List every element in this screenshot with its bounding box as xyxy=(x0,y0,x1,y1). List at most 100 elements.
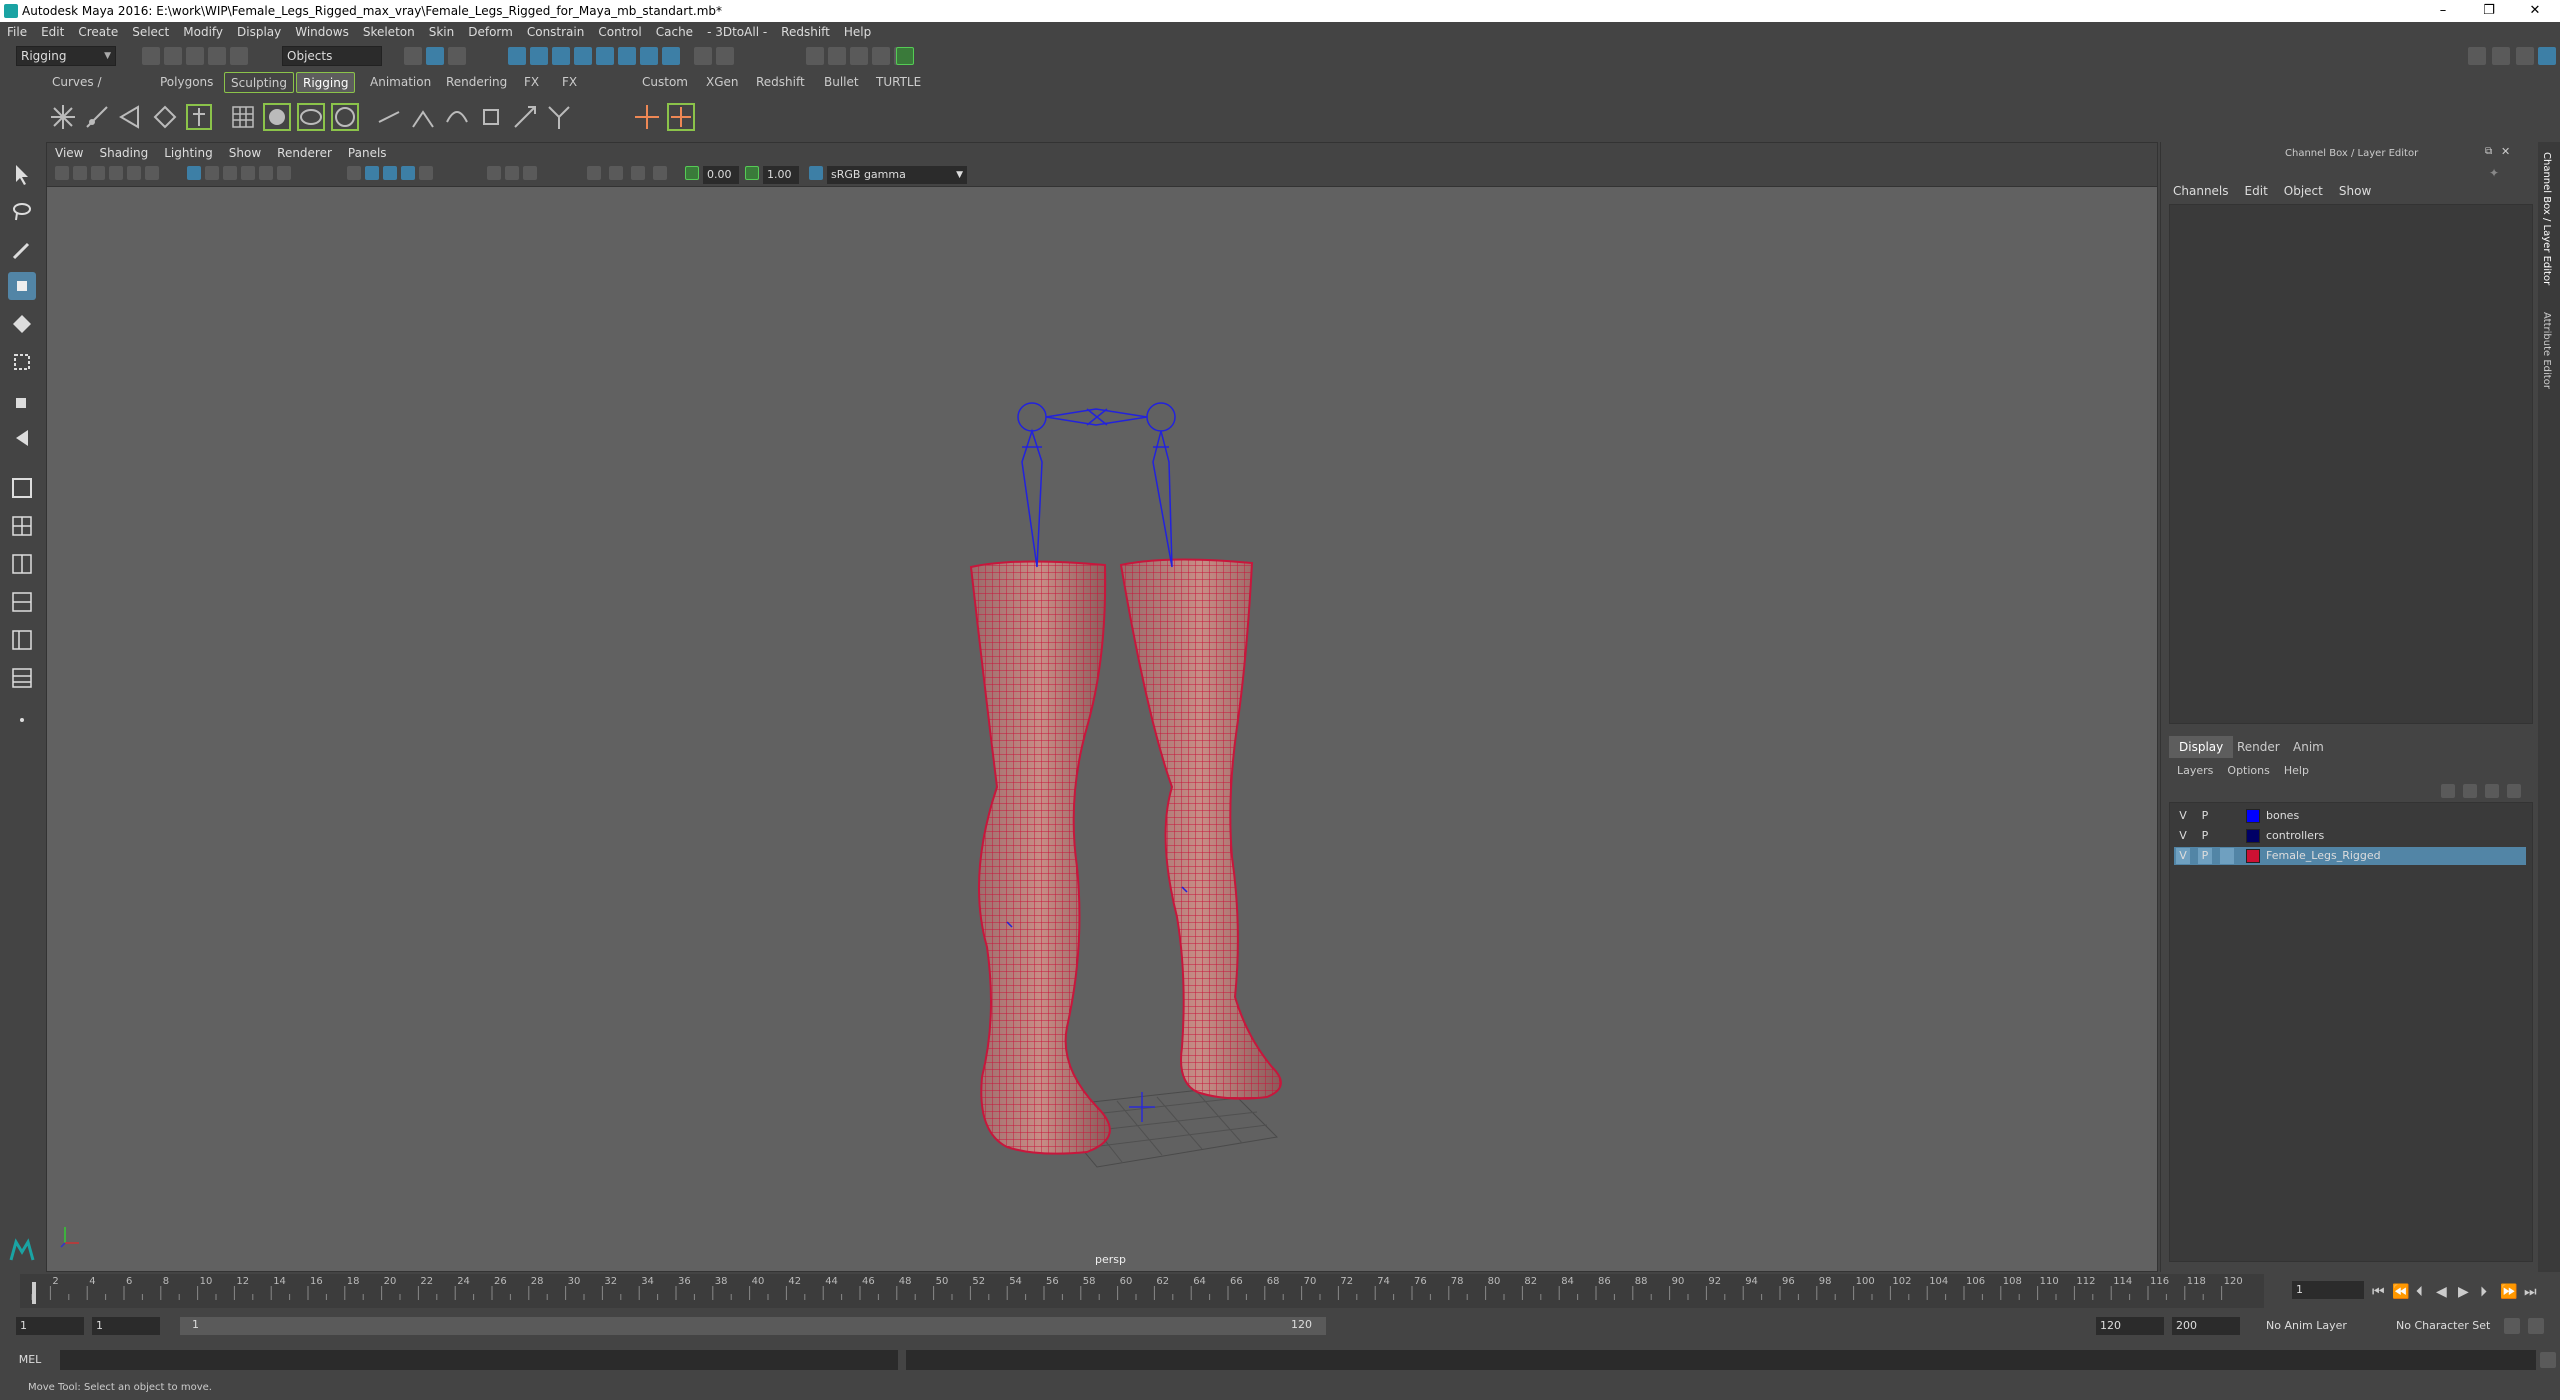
lattice-icon[interactable] xyxy=(228,102,258,132)
scale-constraint-icon[interactable] xyxy=(476,102,506,132)
xray-icon[interactable] xyxy=(365,166,379,180)
auto-key-icon[interactable] xyxy=(2504,1318,2520,1334)
shelf-tab-fx[interactable]: FX xyxy=(518,72,545,93)
tab-display[interactable]: Display xyxy=(2169,736,2234,758)
menu-file[interactable]: File xyxy=(0,22,34,42)
layer-color-swatch[interactable] xyxy=(2246,809,2260,823)
construction-history-icon[interactable] xyxy=(716,47,734,65)
depth-of-field-icon[interactable] xyxy=(523,166,537,180)
outliner-persp-layout-icon[interactable] xyxy=(8,626,36,654)
isolate-select-icon[interactable] xyxy=(347,166,361,180)
animation-end-field[interactable]: 200 xyxy=(2172,1317,2240,1335)
layer-row-controllers[interactable]: V P controllers xyxy=(2174,827,2526,845)
new-layer-icon[interactable] xyxy=(2485,784,2499,798)
snap-live-icon[interactable] xyxy=(596,47,614,65)
layer-color-swatch[interactable] xyxy=(2246,829,2260,843)
viewport-menu-view[interactable]: View xyxy=(47,143,91,163)
shelf-tab-rigging[interactable]: Rigging xyxy=(296,72,356,93)
menu-select[interactable]: Select xyxy=(125,22,176,42)
ambient-occlusion-icon[interactable] xyxy=(419,166,433,180)
bind-skin-icon[interactable] xyxy=(296,102,326,132)
color-management-icon[interactable] xyxy=(809,166,823,180)
move-tool-icon[interactable] xyxy=(8,272,36,300)
make-live-icon[interactable] xyxy=(618,47,636,65)
image-plane-icon[interactable] xyxy=(109,166,123,180)
right-leg-mesh[interactable] xyxy=(1119,558,1282,1100)
safe-action-icon[interactable] xyxy=(609,166,623,180)
shelf-tab-custom[interactable]: Custom xyxy=(636,72,694,93)
selection-mode-dropdown[interactable]: Objects xyxy=(282,46,382,66)
menu-windows[interactable]: Windows xyxy=(288,22,356,42)
field-chart-icon[interactable] xyxy=(631,166,645,180)
viewport-panel[interactable]: View Shading Lighting Show Renderer Pane… xyxy=(46,142,2158,1272)
layer-visibility-toggle[interactable]: V xyxy=(2176,848,2190,864)
film-gate-icon[interactable] xyxy=(145,166,159,180)
layer-row-female-legs-rigged[interactable]: V P Female_Legs_Rigged xyxy=(2174,847,2526,865)
layer-playback-toggle[interactable]: P xyxy=(2198,808,2212,824)
persp-hypershade-layout-icon[interactable] xyxy=(8,664,36,692)
float-panel-icon[interactable]: ⧉ xyxy=(2485,146,2492,157)
shelf-tab-rendering[interactable]: Rendering xyxy=(440,72,513,93)
tab-render[interactable]: Render xyxy=(2227,736,2290,758)
shelf-tab-polygons[interactable]: Polygons xyxy=(154,72,219,93)
shelf-tab-sculpting[interactable]: Sculpting xyxy=(224,72,295,93)
menu-redshift[interactable]: Redshift xyxy=(774,22,837,42)
layer-display-type[interactable] xyxy=(2220,848,2234,864)
select-component-icon[interactable] xyxy=(448,47,466,65)
maya-home-icon[interactable] xyxy=(8,1236,36,1264)
anim-layer-dropdown[interactable]: No Anim Layer xyxy=(2266,1317,2347,1335)
tab-anim[interactable]: Anim xyxy=(2283,736,2334,758)
toggle-channel-box-icon[interactable] xyxy=(2538,47,2556,65)
layer-color-swatch[interactable] xyxy=(2246,849,2260,863)
mirror-joint-icon[interactable] xyxy=(116,102,146,132)
snap-view-plane-icon[interactable] xyxy=(574,47,592,65)
toggle-attribute-editor-icon[interactable] xyxy=(2516,47,2534,65)
layer-menu-help[interactable]: Help xyxy=(2284,764,2309,777)
aim-constraint-icon[interactable] xyxy=(510,102,540,132)
menu-3dtoall[interactable]: - 3DtoAll - xyxy=(700,22,774,42)
color-space-dropdown[interactable]: sRGB gamma ▼ xyxy=(827,166,967,184)
layer-display-type[interactable] xyxy=(2220,828,2234,844)
single-perspective-layout-icon[interactable] xyxy=(8,474,36,502)
workspace-icon[interactable] xyxy=(2468,47,2486,65)
locator-icon[interactable] xyxy=(632,102,662,132)
play-backwards-icon[interactable]: ◀ xyxy=(2436,1284,2447,1300)
step-back-frame-icon[interactable]: ⏴ xyxy=(2416,1284,2423,1300)
channel-box-menu-edit[interactable]: Edit xyxy=(2245,184,2268,198)
minimize-button[interactable]: – xyxy=(2420,0,2466,22)
input-ops-icon[interactable] xyxy=(640,47,658,65)
layer-visibility-toggle[interactable]: V xyxy=(2176,828,2190,844)
channel-box-menu-show[interactable]: Show xyxy=(2339,184,2371,198)
save-scene-icon[interactable] xyxy=(186,47,204,65)
persp-outliner-layout-icon[interactable] xyxy=(8,588,36,616)
scene-canvas[interactable] xyxy=(47,187,2157,1227)
viewport-menu-renderer[interactable]: Renderer xyxy=(269,143,340,163)
four-view-layout-icon[interactable] xyxy=(8,512,36,540)
pole-vector-icon[interactable] xyxy=(544,102,574,132)
cluster-icon[interactable] xyxy=(262,102,292,132)
layer-row-bones[interactable]: V P bones xyxy=(2174,807,2526,825)
layer-menu-options[interactable]: Options xyxy=(2227,764,2269,777)
exposure-icon[interactable] xyxy=(685,166,699,180)
joint-tool-icon[interactable] xyxy=(48,102,78,132)
menu-control[interactable]: Control xyxy=(591,22,648,42)
current-frame-field[interactable]: 1 xyxy=(2292,1281,2364,1299)
side-tab-attribute-editor[interactable]: Attribute Editor xyxy=(2541,312,2552,389)
shelf-tab-turtle[interactable]: TURTLE xyxy=(870,72,927,93)
set-driven-key-icon[interactable] xyxy=(666,102,696,132)
channel-box-area[interactable] xyxy=(2169,204,2533,724)
step-forward-frame-icon[interactable]: ⏵ xyxy=(2480,1284,2487,1300)
play-forwards-icon[interactable]: ▶ xyxy=(2458,1284,2469,1300)
pin-icon[interactable]: ✦ xyxy=(2489,166,2499,180)
layer-display-type[interactable] xyxy=(2220,808,2234,824)
go-to-start-icon[interactable]: ⏮ xyxy=(2372,1284,2385,1300)
close-button[interactable]: ✕ xyxy=(2512,0,2558,22)
shelf-tab-redshift[interactable]: Redshift xyxy=(750,72,811,93)
menu-edit[interactable]: Edit xyxy=(34,22,71,42)
step-forward-key-icon[interactable]: ⏩ xyxy=(2500,1284,2517,1300)
persp-graph-layout-icon[interactable] xyxy=(8,550,36,578)
time-slider[interactable]: 2 4 6 8 10 12 14 16 18 20 22 24 26 28 30 32 34 36 38 40 42 44… xyxy=(20,1274,2264,1308)
last-tool-icon[interactable] xyxy=(8,424,36,452)
smooth-shade-icon[interactable] xyxy=(205,166,219,180)
paint-weights-icon[interactable] xyxy=(330,102,360,132)
